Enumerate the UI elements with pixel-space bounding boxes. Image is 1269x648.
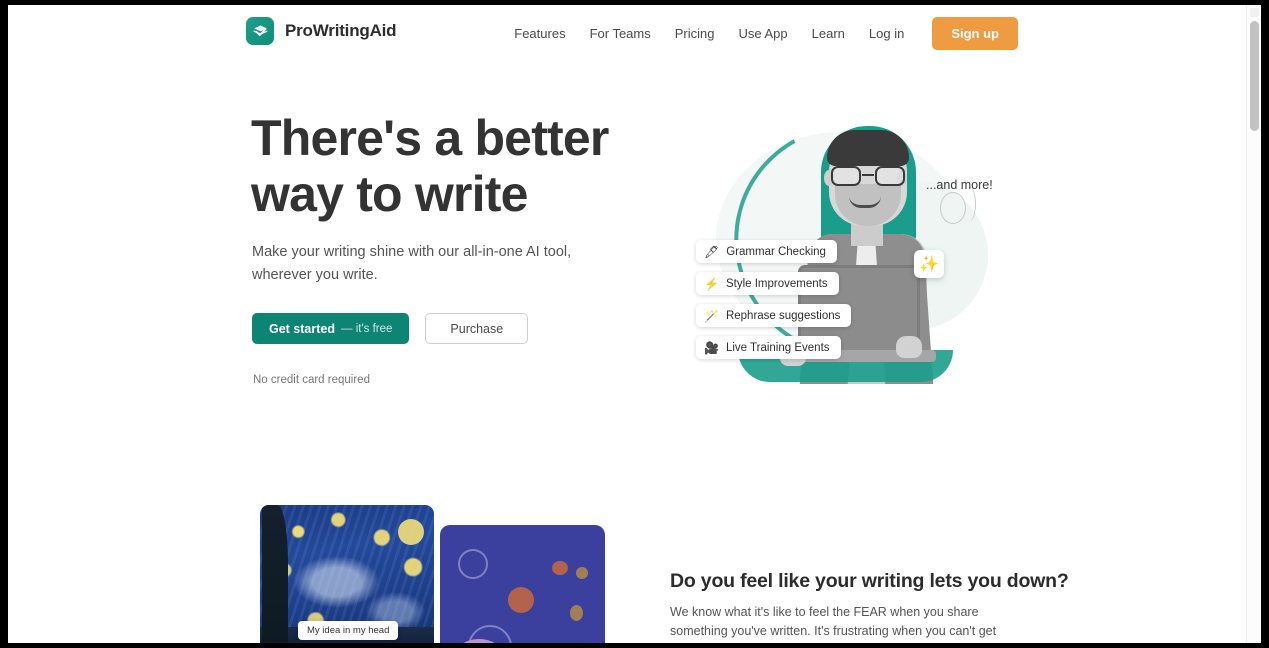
- feature-chip-rephrase-suggestions[interactable]: 🪄 Rephrase suggestions: [696, 304, 852, 327]
- browser-viewport: ProWritingAid Features For Teams Pricing…: [8, 5, 1261, 643]
- feature-chip-label: Rephrase suggestions: [725, 309, 841, 322]
- get-started-suffix: — it's free: [341, 322, 393, 335]
- sketch-dot: [552, 561, 568, 575]
- person-hair: [827, 130, 909, 166]
- page-content: ProWritingAid Features For Teams Pricing…: [8, 5, 1246, 643]
- person-hand-right: [896, 336, 922, 358]
- sketch-version-card: [440, 525, 605, 643]
- hero-illustration: ✨ ...and more! 🖋 Grammar Checking ⚡ Styl…: [668, 96, 1028, 390]
- hero-cta-row: Get started — it's free Purchase: [252, 313, 529, 344]
- glasses-lens-left: [831, 166, 861, 186]
- no-credit-card-note: No credit card required: [253, 374, 370, 386]
- sparkle-icon: ✨: [914, 250, 944, 278]
- glasses-bridge: [862, 174, 874, 177]
- scroll-up-button[interactable]: [1250, 8, 1259, 17]
- hero-subtitle: Make your writing shine with our all-in-…: [252, 244, 572, 283]
- site-header: ProWritingAid Features For Teams Pricing…: [8, 5, 1246, 62]
- get-started-label: Get started: [269, 321, 335, 336]
- glasses-icon: [829, 166, 907, 186]
- stacked-pages-check-icon: [246, 17, 274, 45]
- feature-chip-style-improvements[interactable]: ⚡ Style Improvements: [696, 272, 839, 295]
- nav-item-learn[interactable]: Learn: [800, 26, 857, 41]
- feature-chip-live-training-events[interactable]: 🎥 Live Training Events: [696, 336, 841, 359]
- feature-chip-label: Grammar Checking: [726, 245, 826, 258]
- movie-camera-icon: 🎥: [704, 340, 719, 355]
- idea-label: My idea in my head: [298, 621, 399, 640]
- feature-chip-list: 🖋 Grammar Checking ⚡ Style Improvements …: [696, 240, 852, 359]
- vertical-scrollbar[interactable]: [1246, 5, 1261, 643]
- nav-item-log-in[interactable]: Log in: [857, 26, 916, 41]
- sign-up-button[interactable]: Sign up: [932, 17, 1018, 50]
- get-started-button[interactable]: Get started — it's free: [252, 313, 410, 344]
- feature-chip-label: Style Improvements: [725, 277, 828, 290]
- purchase-button[interactable]: Purchase: [425, 313, 529, 344]
- feather-pen-icon: 🖋: [704, 244, 720, 259]
- sketch-dot: [508, 587, 534, 613]
- nav-item-features[interactable]: Features: [502, 26, 577, 41]
- hero-title: There's a better way to write: [251, 110, 609, 222]
- painting-moon: [398, 519, 424, 545]
- and-more-label: ...and more!: [926, 178, 993, 192]
- nav-item-for-teams[interactable]: For Teams: [578, 26, 663, 41]
- and-more-pointer-tail: [962, 186, 976, 222]
- nav-item-use-app[interactable]: Use App: [727, 26, 800, 41]
- sketch-swirl: [458, 549, 488, 579]
- brand-logo[interactable]: ProWritingAid: [246, 17, 397, 45]
- feature-chip-grammar-checking[interactable]: 🖋 Grammar Checking: [696, 240, 837, 263]
- lightning-bolt-icon: ⚡: [704, 276, 719, 291]
- painting-cypress-tree: [262, 505, 288, 643]
- nav-item-pricing[interactable]: Pricing: [663, 26, 727, 41]
- lower-section-title: Do you feel like your writing lets you d…: [670, 570, 1069, 592]
- scrollbar-thumb[interactable]: [1250, 21, 1259, 131]
- lower-section-paragraph: We know what it's like to feel the FEAR …: [670, 605, 997, 638]
- main-navigation: Features For Teams Pricing Use App Learn…: [502, 5, 1018, 62]
- sketch-dot: [570, 605, 583, 621]
- brand-name: ProWritingAid: [285, 21, 397, 40]
- sketch-dot: [576, 567, 588, 579]
- feature-chip-label: Live Training Events: [725, 341, 830, 354]
- magic-wand-icon: 🪄: [704, 308, 719, 323]
- starry-night-illustration: My idea in my head: [260, 505, 605, 643]
- glasses-lens-right: [875, 166, 905, 186]
